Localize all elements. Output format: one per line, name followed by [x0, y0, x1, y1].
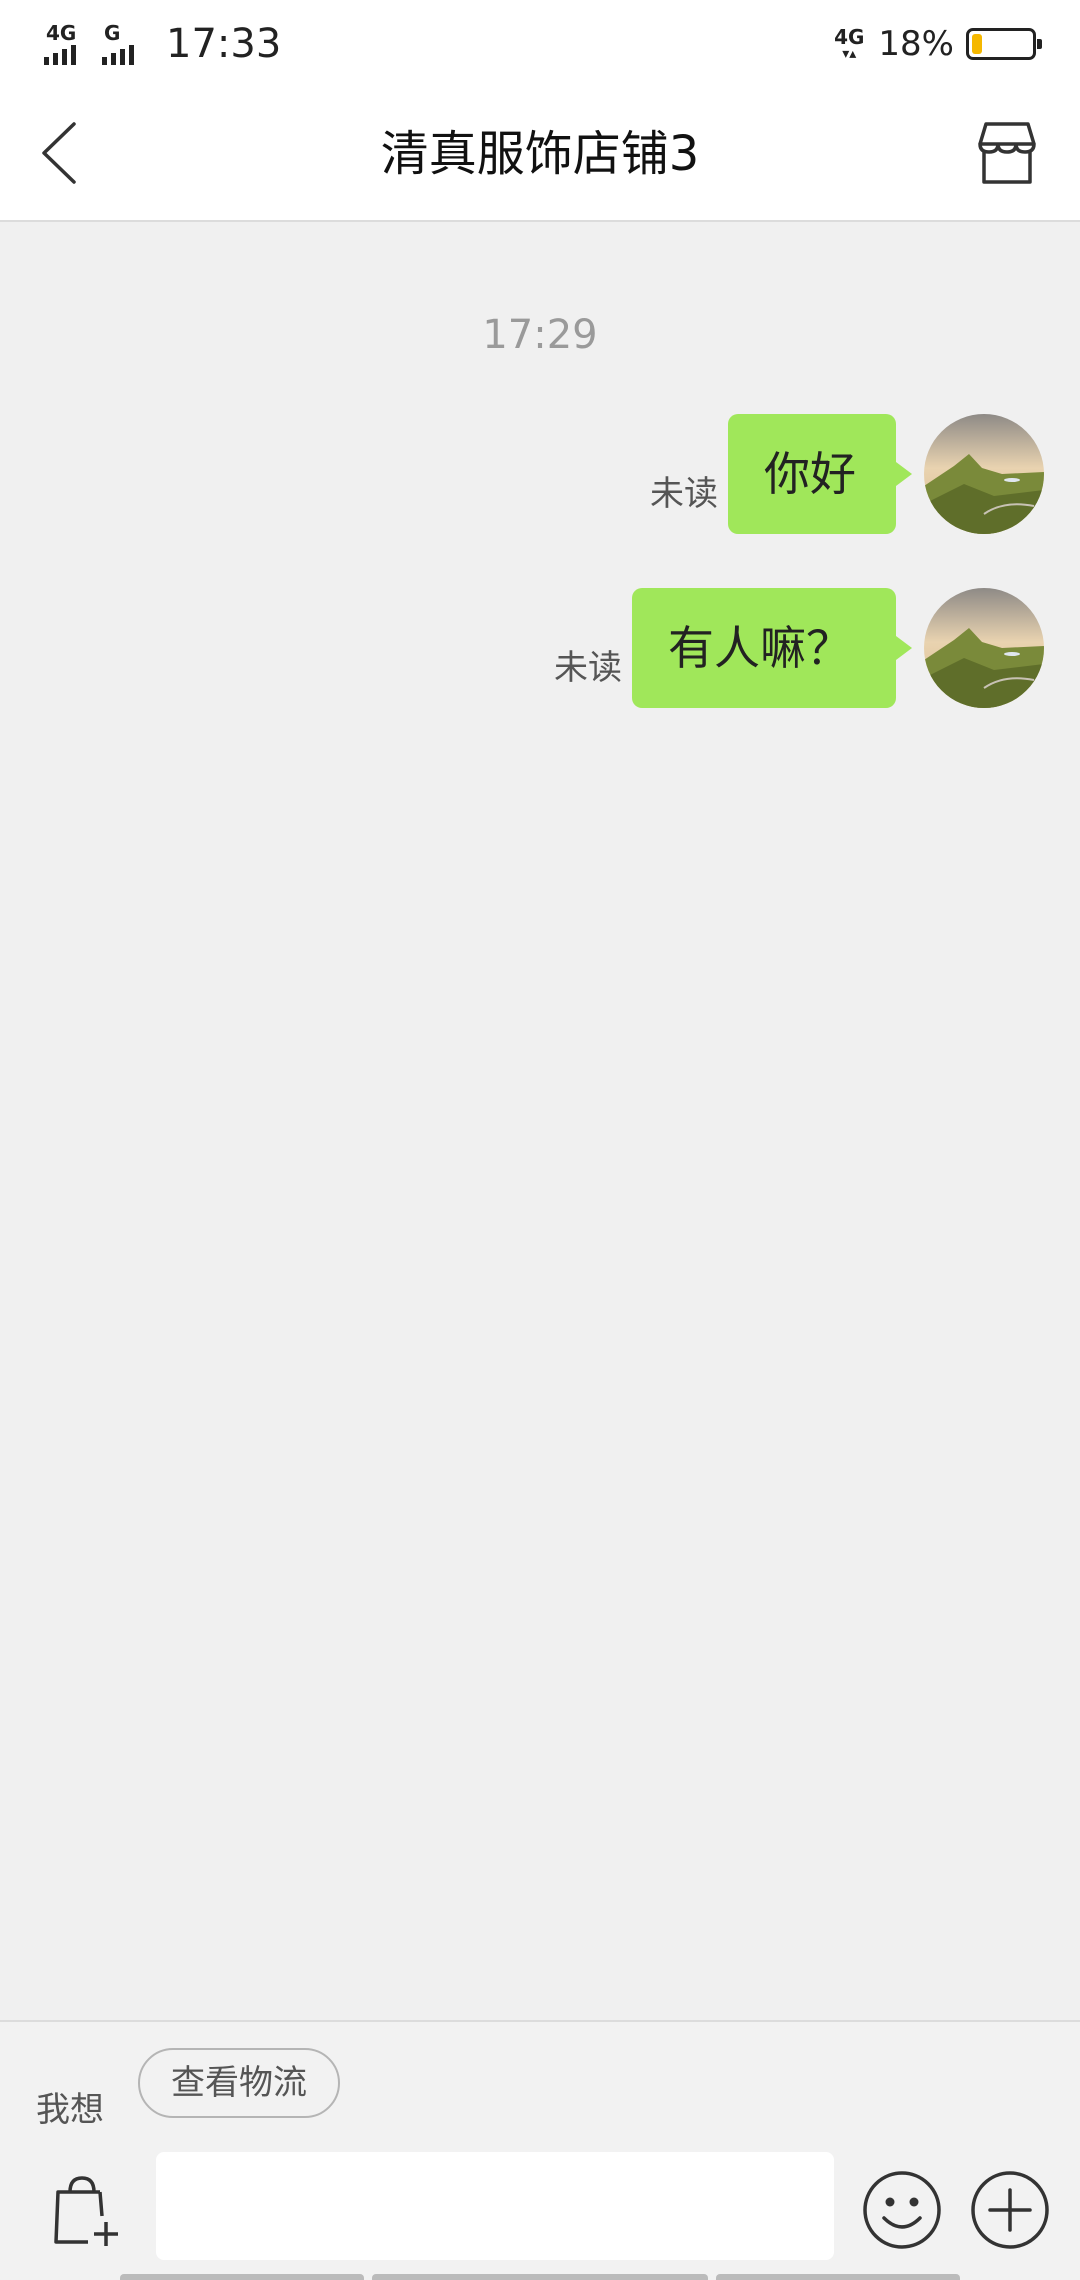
message-timestamp: 17:29: [482, 312, 598, 358]
message-text: 有人嘛？: [668, 621, 852, 675]
landscape-avatar-image: [924, 414, 1044, 534]
status-bar: 4G G 17:33 4G ▾▴ 18%: [0, 0, 1080, 88]
data-network-label: 4G: [834, 25, 865, 49]
product-button[interactable]: [48, 2172, 124, 2248]
emoji-button[interactable]: [862, 2170, 942, 2250]
avatar[interactable]: [924, 414, 1044, 534]
plus-circle-icon: [971, 2171, 1049, 2249]
view-logistics-button[interactable]: 查看物流: [138, 2048, 340, 2118]
read-status: 未读: [554, 648, 622, 688]
message-bubble[interactable]: 你好: [728, 414, 912, 534]
network-type-1: 4G: [46, 21, 77, 45]
battery-fill: [972, 34, 982, 54]
message-list[interactable]: 17:29 未读 你好 未读 有人嘛？: [0, 222, 1080, 2022]
network-type-2: G: [104, 21, 121, 45]
clock: 17:33: [166, 21, 282, 67]
message-text: 你好: [764, 447, 856, 501]
input-panel: 我想 查看物流: [0, 2020, 1080, 2280]
shop-button[interactable]: [972, 118, 1042, 188]
chat-header: 清真服饰店铺3: [0, 88, 1080, 222]
landscape-avatar-image: [924, 588, 1044, 708]
read-status: 未读: [650, 474, 718, 514]
navigation-gesture-bar[interactable]: [120, 2274, 960, 2280]
message-row: 未读 有人嘛？: [0, 588, 1080, 708]
shopping-bag-add-icon: [54, 2176, 118, 2246]
data-network-icon: 4G ▾▴: [834, 25, 865, 62]
chat-screen: 4G G 17:33 4G ▾▴ 18% 清真服饰店铺3 17:29 未读 你好…: [0, 0, 1080, 2280]
message-input[interactable]: [156, 2152, 834, 2260]
more-button[interactable]: [970, 2170, 1050, 2250]
status-right: 4G ▾▴ 18%: [834, 14, 1042, 74]
smiley-icon: [863, 2171, 941, 2249]
status-left: 4G G 17:33: [44, 14, 281, 74]
message-bubble[interactable]: 有人嘛？: [632, 588, 912, 708]
page-title: 清真服饰店铺3: [380, 126, 700, 182]
battery-icon: [966, 28, 1042, 60]
avatar[interactable]: [924, 588, 1044, 708]
quick-reply-label: 我想: [36, 2090, 104, 2130]
signal-2-icon: G: [102, 19, 152, 69]
battery-percent: 18%: [878, 24, 954, 64]
store-icon: [978, 122, 1036, 184]
message-row: 未读 你好: [0, 414, 1080, 534]
signal-1-icon: 4G: [44, 19, 94, 69]
